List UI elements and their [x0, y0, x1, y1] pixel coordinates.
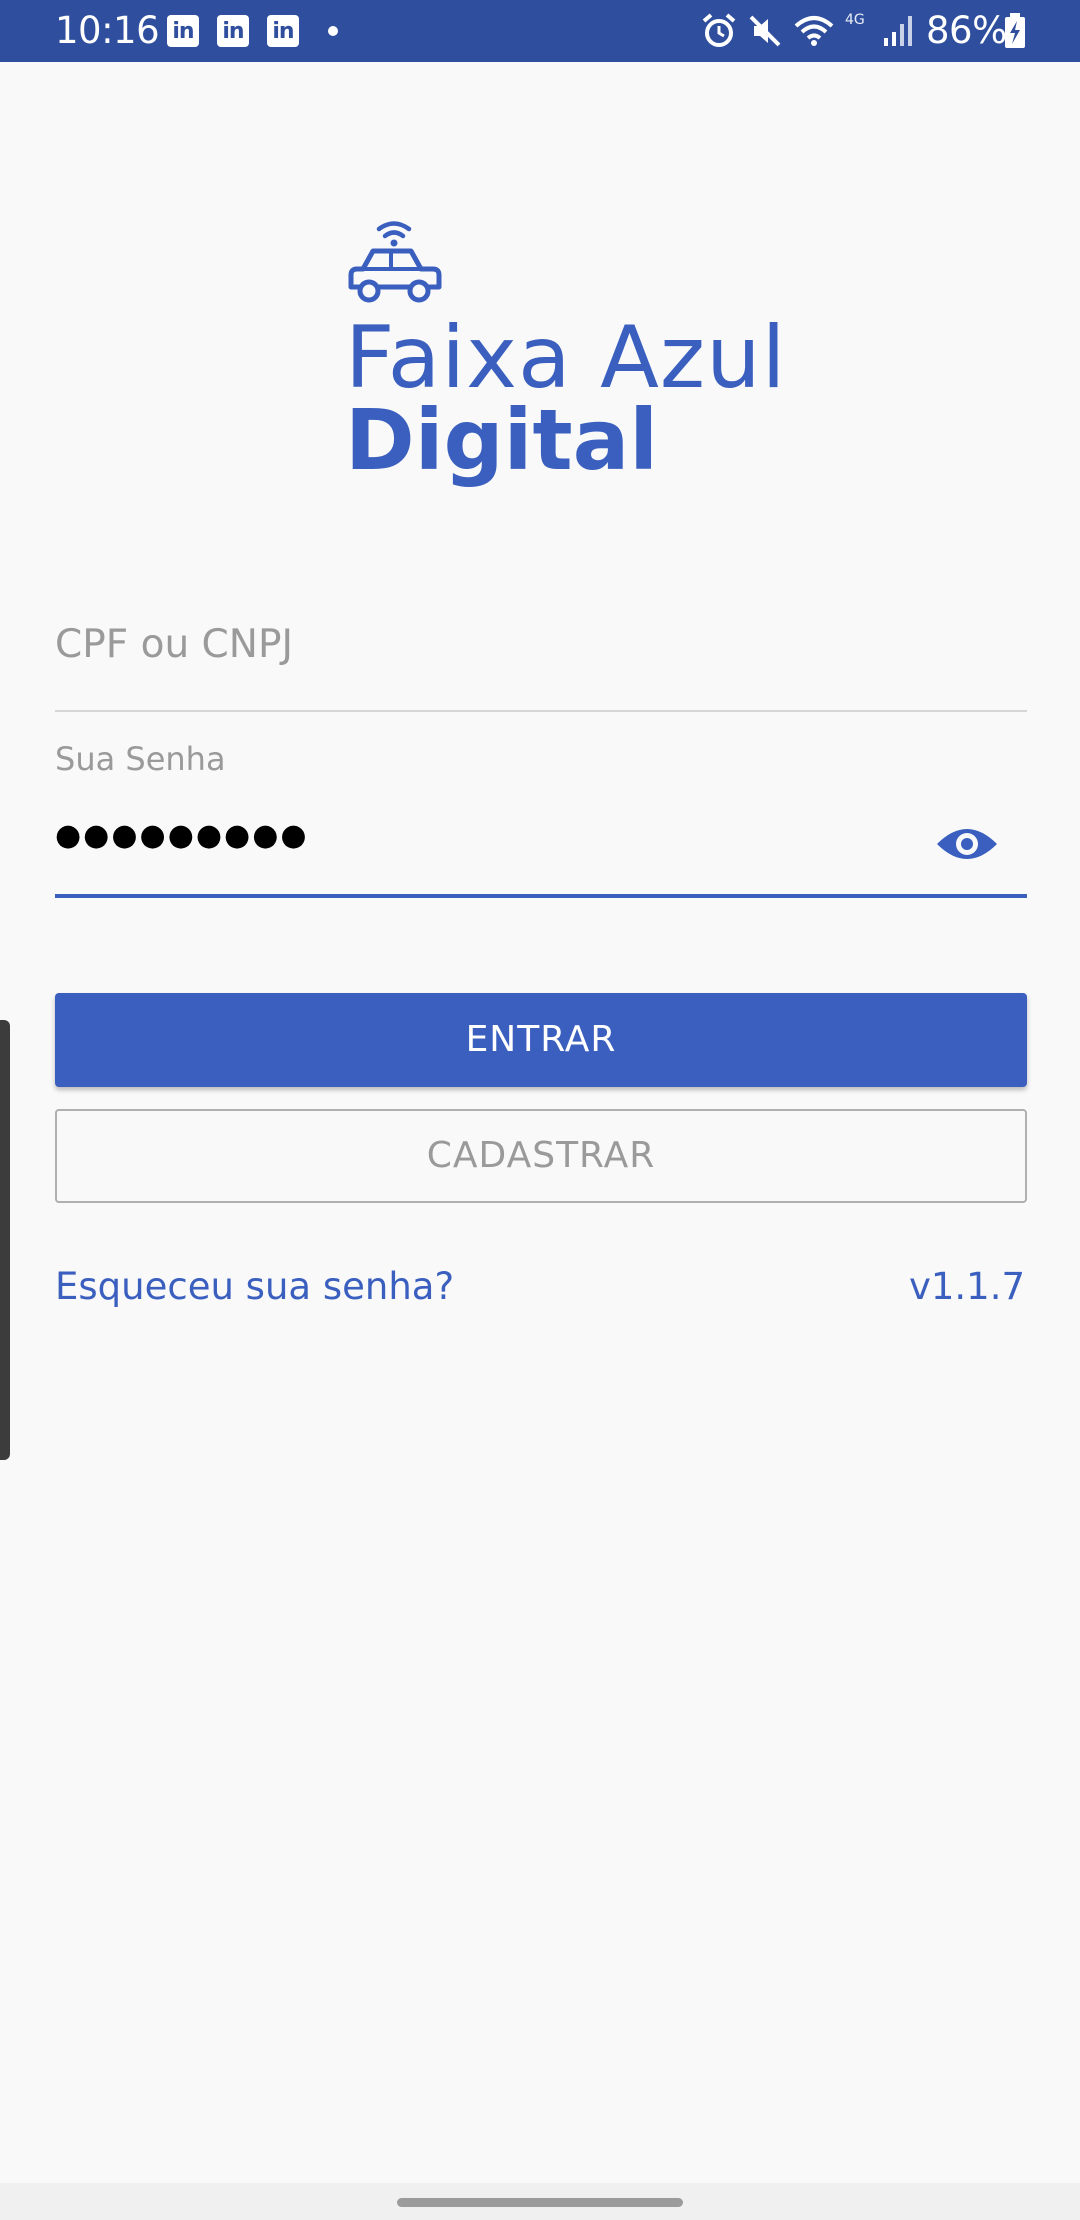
forgot-password-link[interactable]: Esqueceu sua senha? — [55, 1265, 454, 1308]
navigation-bar — [0, 2183, 1080, 2220]
edge-panel-handle[interactable] — [0, 1020, 10, 1460]
linkedin-icon: in — [217, 15, 249, 47]
app-logo: Faixa Azul Digital — [345, 210, 785, 500]
linkedin-icon: in — [267, 15, 299, 47]
cpf-cnpj-input[interactable]: CPF ou CNPJ — [55, 610, 1027, 712]
status-bar: 10:16 in in in 4G 86% — [0, 0, 1080, 62]
show-password-eye-icon[interactable] — [935, 822, 999, 866]
battery-charging-icon — [1005, 13, 1025, 48]
password-input[interactable]: ●●●●●●●●● — [55, 800, 1027, 898]
wifi-icon — [794, 16, 834, 46]
password-value: ●●●●●●●●● — [55, 818, 309, 853]
alarm-icon — [702, 13, 736, 47]
cadastrar-button[interactable]: CADASTRAR — [55, 1109, 1027, 1203]
mute-icon — [749, 15, 781, 47]
status-time: 10:16 — [55, 9, 160, 52]
car-wifi-icon — [348, 221, 442, 303]
logo-subtitle: Digital — [345, 391, 659, 489]
home-indicator[interactable] — [397, 2198, 683, 2207]
cpf-cnpj-placeholder: CPF ou CNPJ — [55, 622, 293, 667]
linkedin-icon: in — [167, 15, 199, 47]
app-version: v1.1.7 — [908, 1265, 1025, 1308]
notification-dot-icon — [328, 26, 338, 36]
battery-percent: 86% — [926, 9, 1007, 52]
password-label: Sua Senha — [55, 740, 226, 778]
network-type: 4G — [845, 12, 865, 28]
entrar-button[interactable]: ENTRAR — [55, 993, 1027, 1087]
signal-icon — [884, 16, 912, 46]
